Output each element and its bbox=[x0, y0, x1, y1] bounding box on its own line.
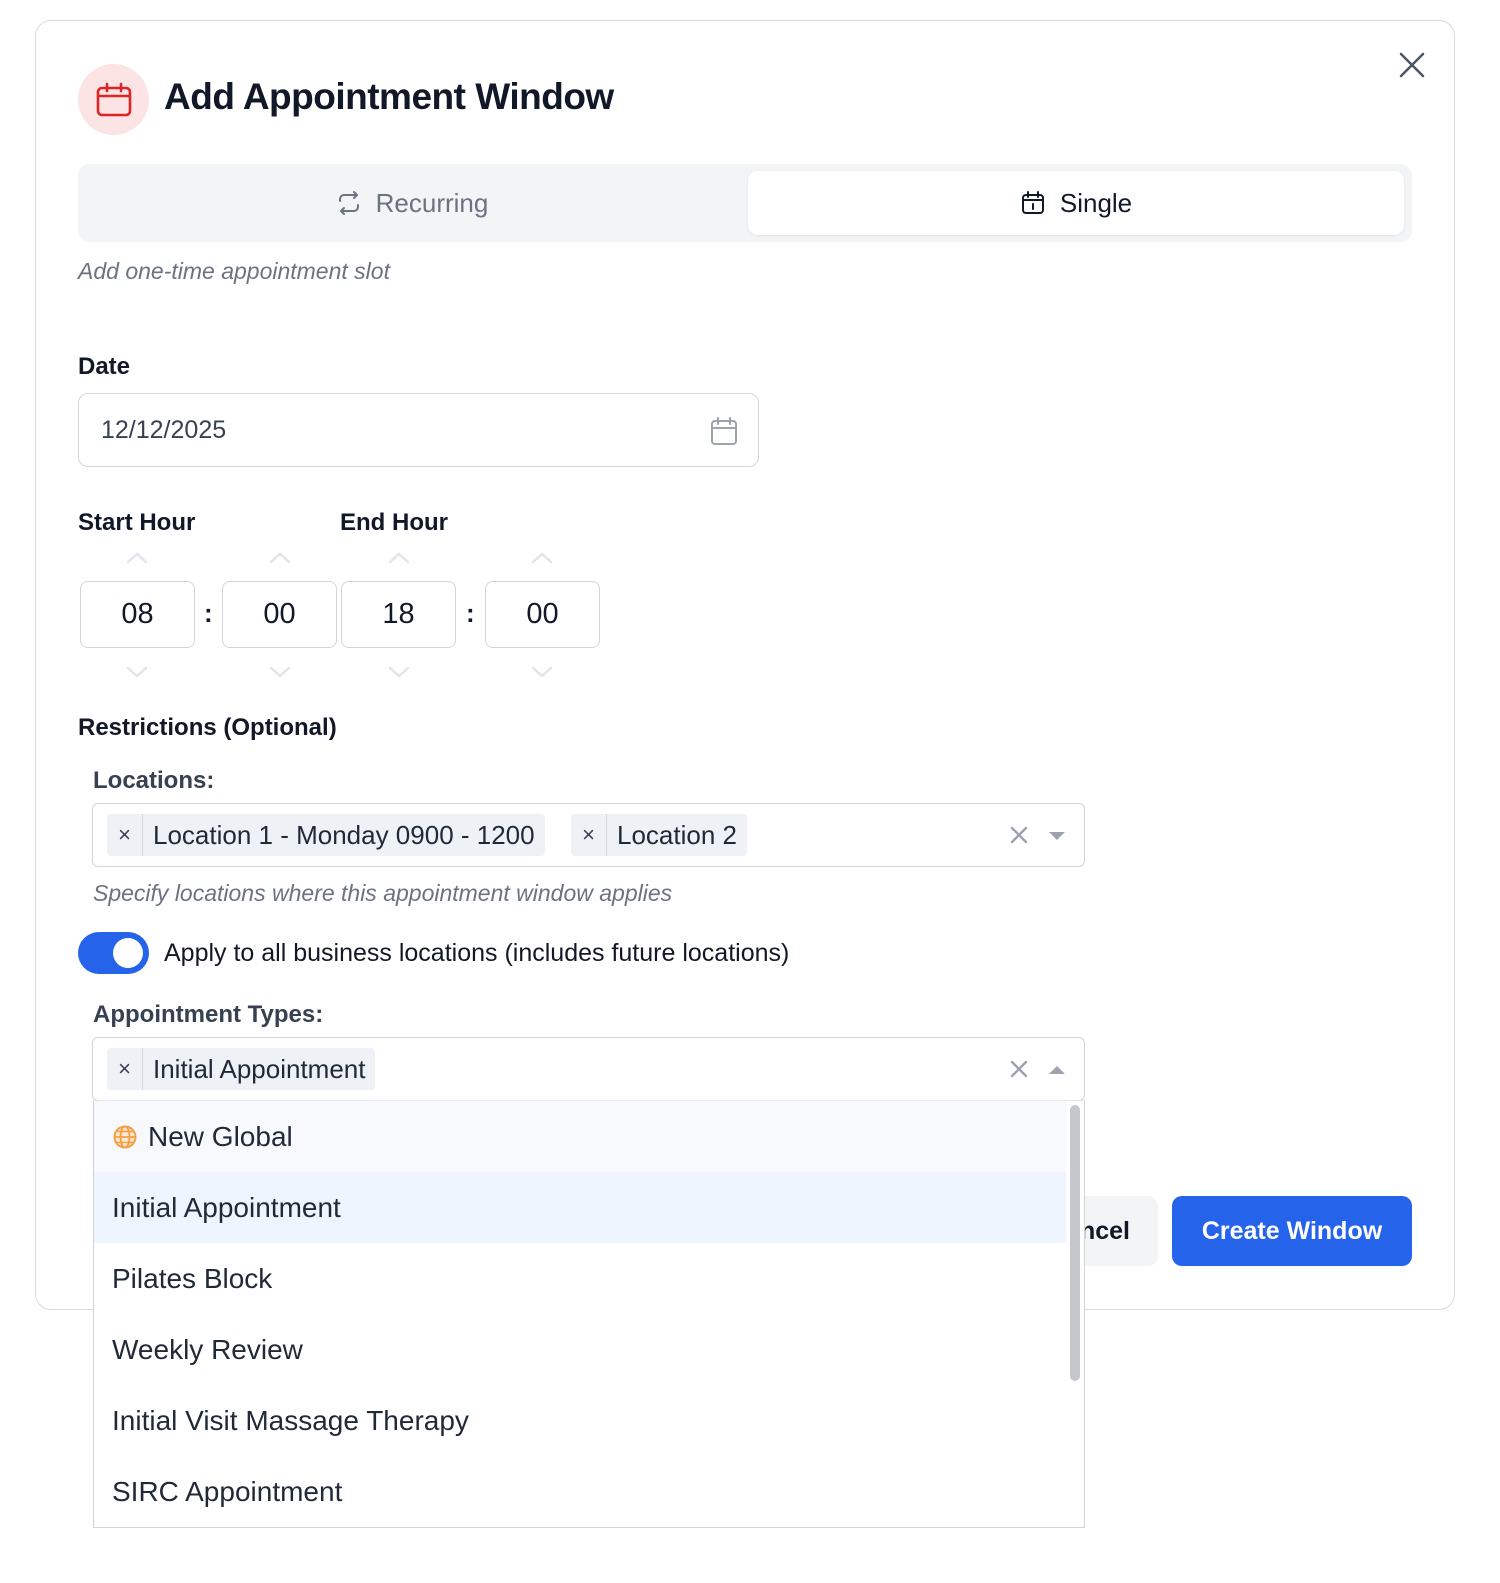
globe-icon bbox=[112, 1124, 138, 1150]
time-separator: : bbox=[466, 598, 475, 628]
cancel-button-label: ncel bbox=[1079, 1216, 1130, 1245]
dropdown-option[interactable]: New Global bbox=[94, 1101, 1066, 1172]
start-hour-label: Start Hour bbox=[78, 509, 196, 536]
locations-hint: Specify locations where this appointment… bbox=[93, 880, 673, 906]
option-label: SIRC Appointment bbox=[112, 1475, 343, 1507]
repeat-icon bbox=[338, 191, 359, 215]
chevron-down-icon bbox=[269, 666, 291, 678]
create-window-button[interactable]: Create Window bbox=[1172, 1196, 1412, 1266]
appointment-types-label: Appointment Types: bbox=[93, 1001, 324, 1028]
chevron-up-icon bbox=[269, 552, 291, 564]
option-label: Initial Visit Massage Therapy bbox=[112, 1404, 469, 1436]
start-minute-decrement[interactable] bbox=[265, 662, 295, 682]
restrictions-label: Restrictions (Optional) bbox=[78, 714, 337, 741]
chevron-up-icon bbox=[531, 552, 553, 564]
chevron-down-icon bbox=[531, 666, 553, 678]
dropdown-option[interactable]: Initial Visit Massage Therapy bbox=[94, 1385, 1066, 1456]
locations-multiselect[interactable]: × Location 1 - Monday 0900 - 1200 × Loca… bbox=[92, 803, 1085, 867]
remove-tag-button[interactable]: × bbox=[571, 814, 607, 856]
mode-description: Add one-time appointment slot bbox=[78, 258, 390, 284]
apply-all-locations-toggle[interactable] bbox=[78, 932, 149, 974]
tab-single[interactable]: Single bbox=[748, 171, 1404, 235]
end-hour-increment[interactable] bbox=[384, 548, 414, 568]
end-hour-label: End Hour bbox=[340, 509, 448, 536]
locations-label: Locations: bbox=[93, 767, 215, 794]
chevron-up-icon bbox=[126, 552, 148, 564]
chevron-down-icon bbox=[388, 666, 410, 678]
location-tag: × Location 2 bbox=[571, 814, 747, 856]
clear-icon[interactable] bbox=[1006, 822, 1032, 848]
tab-single-label: Single bbox=[1059, 187, 1133, 218]
dropdown-option[interactable]: Weekly Review bbox=[94, 1314, 1066, 1385]
close-button[interactable] bbox=[1395, 48, 1429, 82]
dropdown-scrollbar[interactable] bbox=[1070, 1105, 1080, 1381]
calendar-icon bbox=[1021, 191, 1044, 214]
caret-up-icon[interactable] bbox=[1046, 1060, 1068, 1080]
tab-recurring-label: Recurring bbox=[375, 187, 489, 218]
appointment-type-tag: × Initial Appointment bbox=[107, 1048, 376, 1090]
chevron-down-icon bbox=[126, 666, 148, 678]
remove-tag-button[interactable]: × bbox=[107, 1048, 143, 1090]
location-tag: × Location 1 - Monday 0900 - 1200 bbox=[107, 814, 545, 856]
caret-down-icon[interactable] bbox=[1046, 826, 1068, 846]
date-value: 12/12/2025 bbox=[101, 415, 227, 444]
header-calendar-badge bbox=[78, 64, 149, 135]
end-minute-input[interactable]: 00 bbox=[485, 581, 600, 648]
location-tag-label: Location 1 - Monday 0900 - 1200 bbox=[153, 819, 535, 850]
chevron-up-icon bbox=[388, 552, 410, 564]
calendar-picker-icon[interactable] bbox=[710, 416, 738, 446]
dropdown-option[interactable]: Pilates Block bbox=[94, 1243, 1066, 1314]
dropdown-option[interactable]: Initial Appointment bbox=[94, 1172, 1066, 1243]
appointment-type-tag-label: Initial Appointment bbox=[153, 1053, 366, 1084]
end-minute-increment[interactable] bbox=[527, 548, 557, 568]
toggle-knob bbox=[113, 938, 143, 968]
option-label: Weekly Review bbox=[112, 1333, 303, 1365]
calendar-icon bbox=[96, 82, 131, 116]
dropdown-option[interactable]: SIRC Appointment bbox=[94, 1456, 1066, 1527]
apply-all-locations-label: Apply to all business locations (include… bbox=[164, 939, 790, 967]
tab-recurring[interactable]: Recurring bbox=[78, 171, 746, 235]
mode-tabs: Recurring Single bbox=[78, 164, 1412, 242]
start-minute-input[interactable]: 00 bbox=[222, 581, 337, 648]
time-separator: : bbox=[204, 598, 213, 628]
start-hour-decrement[interactable] bbox=[122, 662, 152, 682]
end-hour-input[interactable]: 18 bbox=[341, 581, 456, 648]
close-icon bbox=[1399, 52, 1425, 78]
appointment-types-dropdown: New Global Initial Appointment Pilates B… bbox=[93, 1100, 1085, 1528]
start-hour-input[interactable]: 08 bbox=[80, 581, 195, 648]
location-tag-label: Location 2 bbox=[617, 819, 737, 850]
end-minute-decrement[interactable] bbox=[527, 662, 557, 682]
option-label: New Global bbox=[148, 1120, 293, 1152]
date-label: Date bbox=[78, 353, 131, 380]
remove-tag-button[interactable]: × bbox=[107, 814, 143, 856]
option-label: Pilates Block bbox=[112, 1262, 273, 1294]
end-hour-decrement[interactable] bbox=[384, 662, 414, 682]
modal-title: Add Appointment Window bbox=[164, 76, 614, 117]
clear-icon[interactable] bbox=[1006, 1056, 1032, 1082]
appointment-types-multiselect[interactable]: × Initial Appointment bbox=[92, 1037, 1085, 1101]
option-label: Initial Appointment bbox=[112, 1191, 341, 1223]
start-hour-increment[interactable] bbox=[122, 548, 152, 568]
date-input[interactable]: 12/12/2025 bbox=[78, 393, 759, 467]
start-minute-increment[interactable] bbox=[265, 548, 295, 568]
